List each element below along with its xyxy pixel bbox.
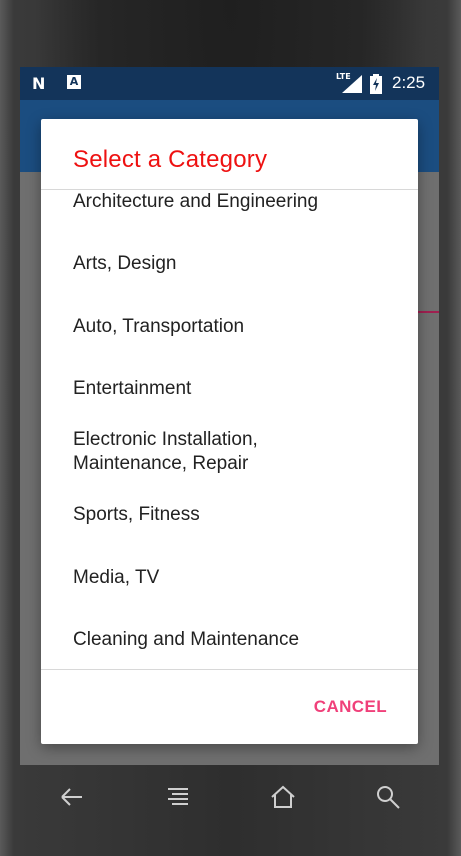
status-time: 2:25 — [392, 73, 426, 92]
signal-icon — [342, 75, 362, 93]
menu-icon[interactable] — [166, 783, 190, 811]
list-item-entertainment[interactable]: Entertainment — [73, 377, 403, 401]
list-item-architecture[interactable]: Architecture and Engineering — [73, 190, 403, 214]
cancel-button[interactable]: CANCEL — [314, 697, 387, 717]
back-icon[interactable] — [58, 783, 86, 811]
list-item-cleaning-maintenance[interactable]: Cleaning and Maintenance — [73, 628, 403, 652]
a-notification-icon: A — [67, 75, 81, 89]
list-item-media-tv[interactable]: Media, TV — [73, 566, 403, 590]
search-icon[interactable] — [374, 783, 402, 811]
dialog-title: Select a Category — [73, 146, 268, 173]
list-item-arts-design[interactable]: Arts, Design — [73, 252, 403, 276]
category-list[interactable]: Architecture and Engineering Arts, Desig… — [41, 190, 418, 669]
category-dialog: Select a Category Architecture and Engin… — [41, 119, 418, 744]
battery-charging-icon — [370, 74, 382, 94]
list-item-sports-fitness[interactable]: Sports, Fitness — [73, 503, 403, 527]
status-bar: N A LTE 2:25 — [20, 67, 439, 100]
list-item-auto-transportation[interactable]: Auto, Transportation — [73, 315, 403, 339]
list-item-electronic-installation[interactable]: Electronic Installation, Maintenance, Re… — [73, 428, 313, 476]
navigation-bar — [20, 765, 439, 835]
home-icon[interactable] — [269, 783, 297, 811]
n-logo-icon: N — [32, 74, 46, 93]
divider — [41, 669, 418, 670]
